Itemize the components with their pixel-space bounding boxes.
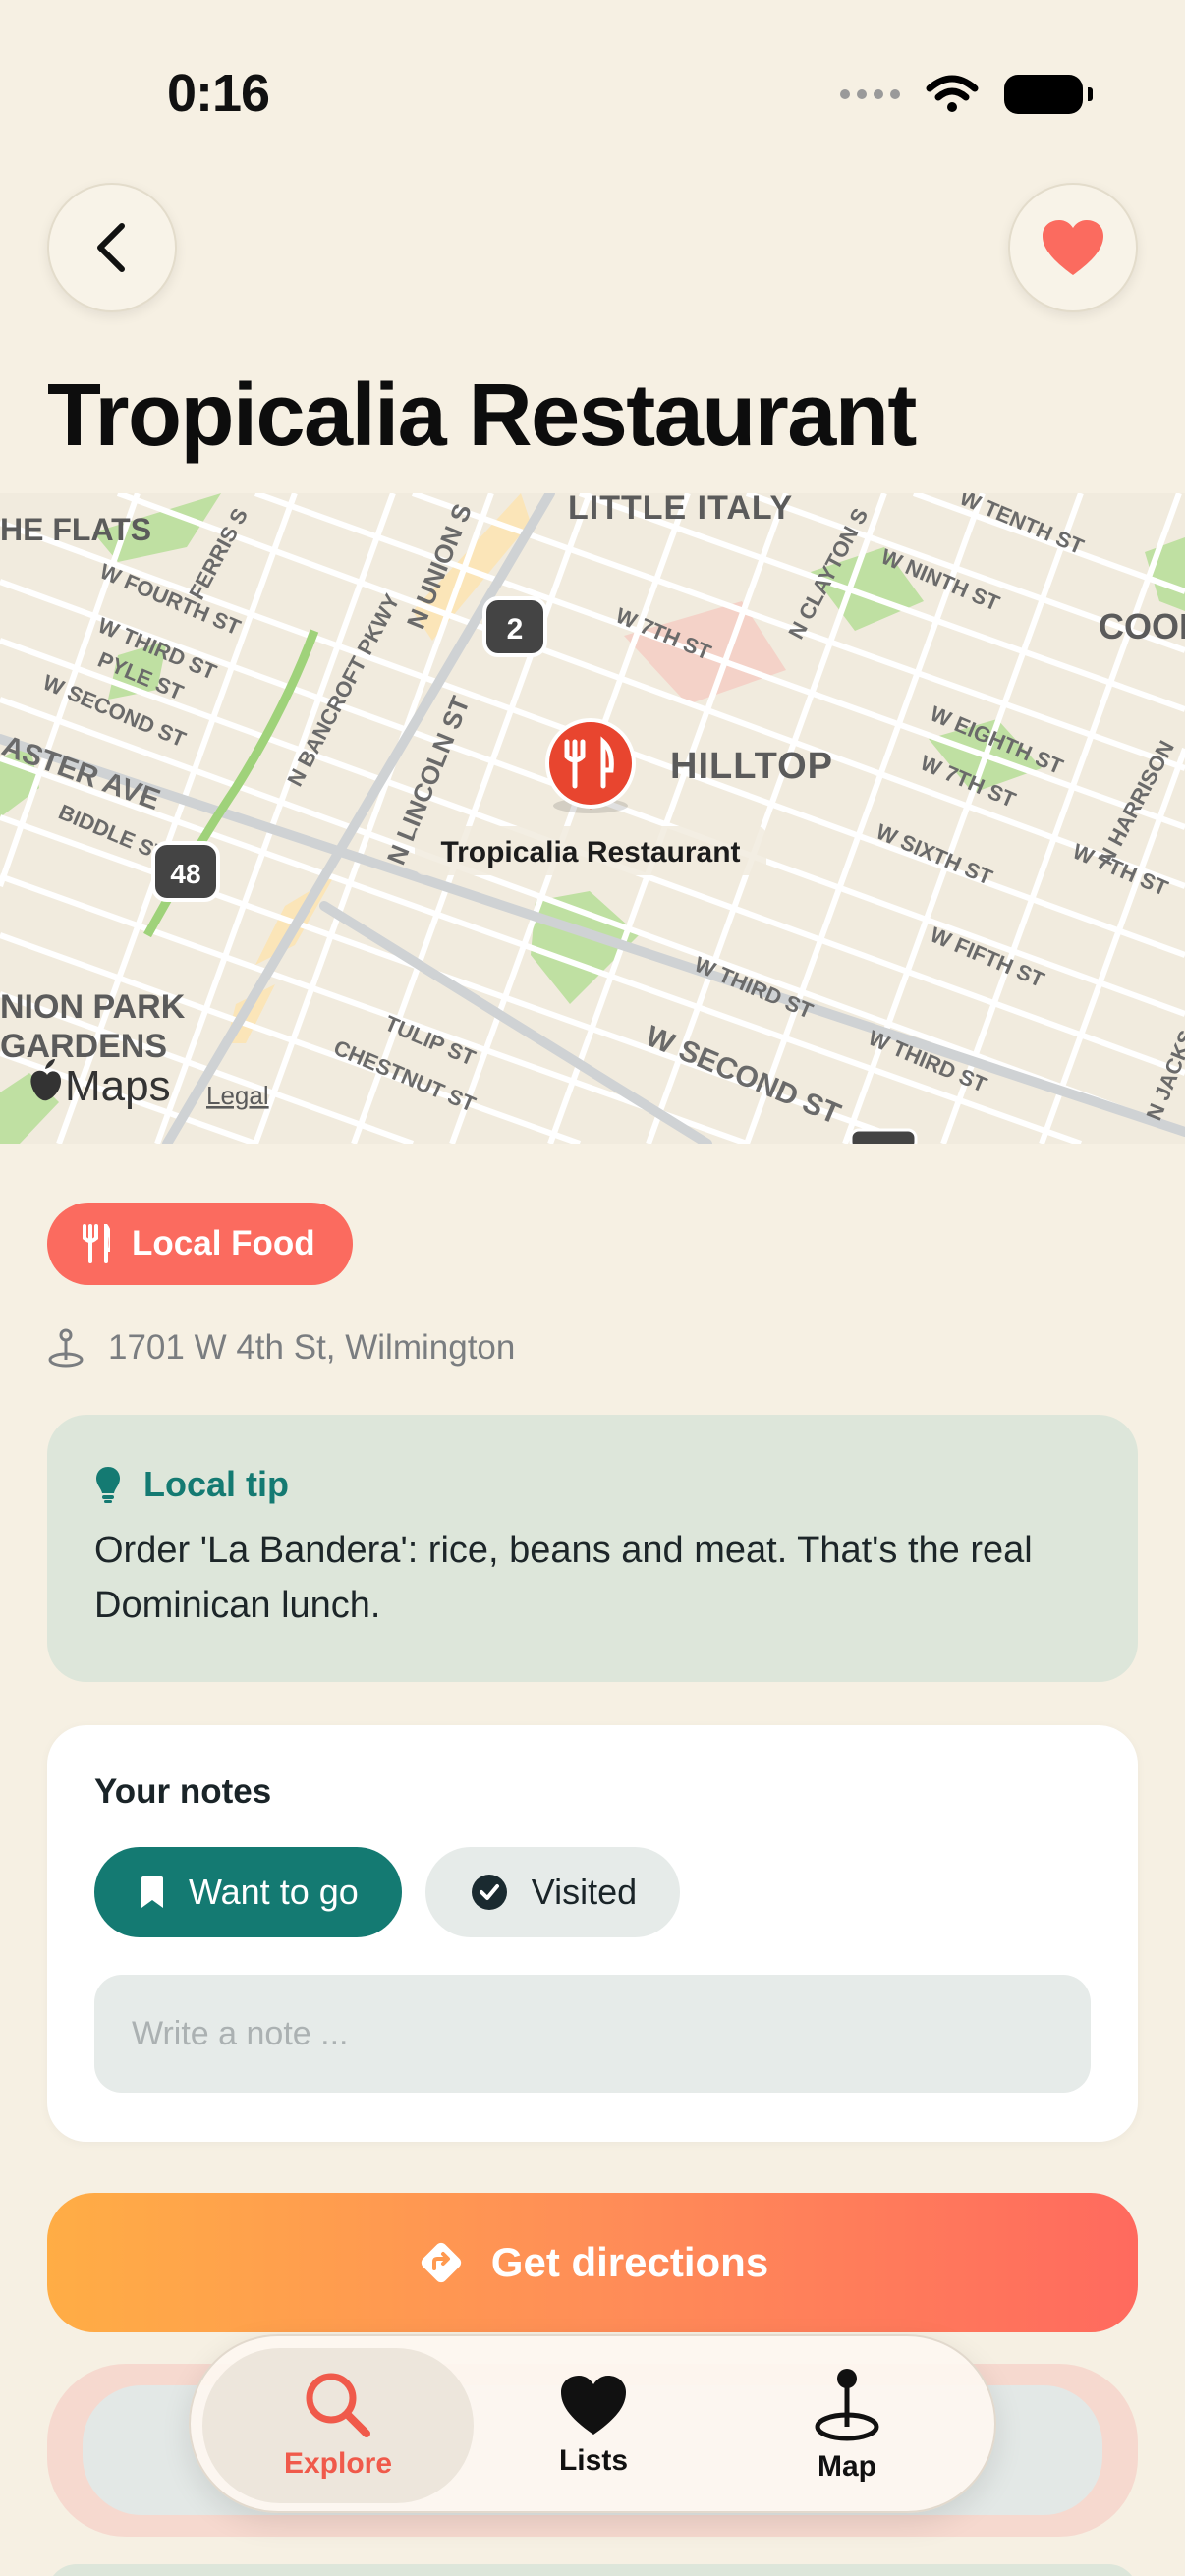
heart-icon [561, 2376, 626, 2435]
map-label-the-flats: HE FLATS [0, 512, 151, 547]
pin-label: Tropicalia Restaurant [415, 826, 766, 875]
tab-map-label: Map [818, 2450, 876, 2483]
notes-title: Your notes [94, 1772, 272, 1811]
cellular-signal-icon [840, 89, 900, 99]
map-label-hilltop: HILLTOP [670, 746, 833, 787]
status-icons [840, 75, 1093, 114]
map-label-union-park: NION PARK [0, 988, 186, 1026]
maps-wordmark: Maps [65, 1062, 171, 1110]
get-directions-label: Get directions [490, 2239, 769, 2285]
tab-map[interactable]: Map [711, 2348, 983, 2503]
note-input[interactable] [94, 1975, 1091, 2093]
chevron-left-icon [97, 223, 125, 272]
map-canvas: LITTLE ITALY HE FLATS HILLTOP COOL NION … [0, 493, 1185, 1144]
get-directions-button[interactable]: Get directions [47, 2193, 1138, 2332]
address-row: 1701 W 4th St, Wilmington [47, 1328, 515, 1368]
directions-sign-icon [421, 2242, 461, 2283]
local-tip-card: Local tip Order 'La Bandera': rice, bean… [47, 1415, 1138, 1682]
tab-explore-label: Explore [283, 2447, 393, 2480]
visited-label: Visited [531, 1872, 638, 1912]
map-label-little-italy: LITTLE ITALY [568, 493, 793, 527]
tab-explore[interactable]: Explore [202, 2348, 474, 2503]
svg-text:2: 2 [507, 613, 524, 645]
svg-text:48: 48 [170, 859, 200, 889]
want-to-go-label: Want to go [189, 1872, 359, 1912]
category-label: Local Food [132, 1224, 315, 1262]
heart-icon [1043, 220, 1103, 275]
wifi-icon [926, 75, 979, 112]
category-chip[interactable]: Local Food [47, 1203, 353, 1285]
fork-knife-icon [83, 1224, 110, 1263]
notes-toggles: Want to go Visited [94, 1847, 1091, 1937]
address-text: 1701 W 4th St, Wilmington [108, 1328, 516, 1367]
tab-lists-label: Lists [558, 2444, 629, 2477]
svg-text:Tropicalia Restaurant: Tropicalia Restaurant [440, 836, 740, 868]
route-shield-48: 48 [151, 841, 220, 902]
battery-icon [1004, 75, 1093, 114]
map-label-gardens: GARDENS [0, 1028, 167, 1065]
tip-title: Local tip [143, 1464, 290, 1504]
status-bar: 0:16 [0, 0, 1185, 187]
favorite-button[interactable] [1008, 183, 1138, 312]
legal-link[interactable]: Legal [206, 1081, 269, 1110]
map-view[interactable]: LITTLE ITALY HE FLATS HILLTOP COOL NION … [0, 493, 1185, 1144]
status-time: 0:16 [167, 64, 270, 123]
tab-lists[interactable]: Lists [458, 2348, 729, 2503]
map-pin-icon [815, 2369, 879, 2441]
bookmark-icon [141, 1876, 163, 1908]
back-button[interactable] [47, 183, 177, 312]
tip-text: Order 'La Bandera': rice, beans and meat… [94, 1530, 1033, 1626]
route-shield-2: 2 [482, 596, 547, 657]
tab-bar: Explore Lists Map [189, 2334, 996, 2513]
checkmark-circle-icon [471, 1875, 507, 1910]
tip-header: Local tip [94, 1464, 1091, 1505]
location-pin-icon [48, 1328, 84, 1368]
magnifier-icon [306, 2373, 370, 2437]
want-to-go-toggle[interactable]: Want to go [94, 1847, 402, 1937]
visited-toggle[interactable]: Visited [424, 1847, 681, 1937]
map-label-cool: COOL [1099, 606, 1185, 646]
notes-card: Your notes Want to go Visited [47, 1725, 1138, 2142]
lightbulb-icon [96, 1467, 120, 1503]
page-title: Tropicalia Restaurant [47, 366, 917, 465]
obscured-card-edge [47, 2564, 1138, 2576]
